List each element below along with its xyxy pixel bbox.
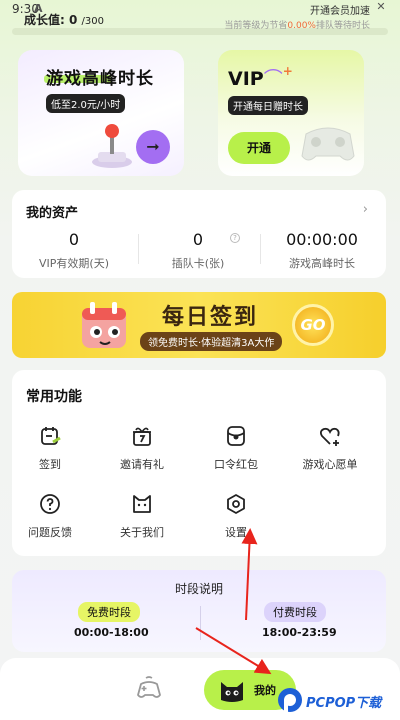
joystick-icon [92, 124, 132, 168]
nav-game-icon[interactable] [136, 676, 162, 700]
time-period-title: 时段说明 [174, 582, 223, 596]
pcpop-logo-icon [278, 688, 302, 712]
func-label: 关于我们 [120, 526, 164, 539]
gamepad-icon [301, 127, 355, 161]
func-label: 签到 [39, 458, 61, 471]
assets-title: 我的资产 [26, 206, 79, 221]
level-percent: 0.00% [287, 21, 316, 31]
free-period-time: 00:00-18:00 [74, 626, 149, 639]
nav-mine-label: 我的 [254, 684, 276, 697]
paid-period-badge: 付费时段 [264, 602, 326, 622]
watermark-text: PCPOP下载 [306, 696, 382, 711]
func-label: 邀请有礼 [120, 458, 164, 471]
func-label: 口令红包 [214, 458, 258, 471]
info-icon[interactable]: ? [230, 233, 240, 243]
heart-plus-icon [319, 427, 340, 446]
level-info: 当前等级为节省0.00%排队等待时长 [224, 18, 370, 31]
func-feedback[interactable]: 问题反馈 [10, 492, 90, 540]
banner-title: 每日签到 [162, 305, 259, 330]
question-icon [40, 494, 60, 514]
banner-go-button[interactable]: GO [292, 304, 334, 346]
growth-max: /300 [81, 16, 105, 27]
func-checkin[interactable]: 签到 [10, 424, 90, 472]
func-settings[interactable]: 设置 [196, 492, 276, 540]
vip-card[interactable]: VIP⌒+ 开通每日赠时长 开通 [218, 50, 364, 176]
settings-hex-icon [227, 494, 245, 514]
func-wishlist[interactable]: 游戏心愿单 [290, 424, 370, 472]
game-peak-card[interactable]: 游戏高峰时长 低至2.0元/小时 ➞ [18, 50, 184, 176]
my-assets-card[interactable]: 我的资产 › 0 VIP有效期(天) 0 插队卡(张) ? 00:00:00 游… [12, 190, 386, 278]
level-text: 当前等级为节省 [224, 21, 288, 31]
red-packet-icon [227, 426, 245, 446]
free-period-badge: 免费时段 [78, 602, 140, 622]
asset-vip-days[interactable]: 0 VIP有效期(天) [26, 230, 122, 271]
divider [138, 234, 139, 264]
asset-label: 插队卡(张) [171, 257, 225, 270]
vip-title: VIP⌒+ [228, 64, 293, 90]
asset-value: 00:00:00 [286, 230, 358, 249]
open-vip-link[interactable]: 开通会员加速 [310, 2, 370, 17]
paid-period-time: 18:00-23:59 [262, 626, 337, 639]
level-suffix: 排队等待时长 [315, 21, 370, 31]
asset-peak-time[interactable]: 00:00:00 游戏高峰时长 [272, 230, 372, 271]
close-icon[interactable]: ✕ [374, 0, 388, 14]
func-about[interactable]: 关于我们 [102, 492, 182, 540]
divider [200, 606, 201, 640]
game-peak-subtitle: 低至2.0元/小时 [46, 94, 126, 113]
chevron-right-icon[interactable]: › [363, 202, 368, 217]
common-functions-card: 常用功能 签到 邀请有礼 口令红包 游戏心愿单 问题反馈 关于我们 设置 [12, 370, 386, 556]
watermark: PCPOP下载 [276, 686, 400, 716]
gift-icon [133, 427, 151, 446]
daily-checkin-banner[interactable]: 每日签到 领免费时长·体验超清3A大作 GO [12, 292, 386, 358]
growth-current: 0 [69, 13, 78, 27]
func-label: 设置 [225, 526, 247, 539]
functions-title: 常用功能 [26, 389, 82, 405]
func-label: 游戏心愿单 [302, 458, 358, 471]
game-peak-title: 游戏高峰时长 [46, 69, 154, 89]
func-red-packet[interactable]: 口令红包 [196, 424, 276, 472]
open-vip-button[interactable]: 开通 [228, 132, 290, 164]
growth-value: 成长值: 0 /300 [24, 11, 104, 28]
time-period-card: 时段说明 免费时段 付费时段 00:00-18:00 18:00-23:59 [12, 570, 386, 652]
banner-subtitle: 领免费时长·体验超清3A大作 [140, 332, 283, 351]
asset-value: 0 [68, 230, 80, 249]
calendar-check-icon [41, 427, 61, 445]
func-label: 问题反馈 [28, 526, 72, 539]
cat-avatar-icon [221, 682, 243, 702]
vip-subtitle: 开通每日赠时长 [228, 96, 308, 115]
divider [260, 234, 261, 264]
cat-face-icon [133, 495, 151, 513]
func-invite[interactable]: 邀请有礼 [102, 424, 182, 472]
asset-label: 游戏高峰时长 [289, 257, 355, 270]
arrow-right-icon[interactable]: ➞ [136, 130, 170, 164]
asset-label: VIP有效期(天) [39, 257, 109, 270]
calendar-mascot-icon [82, 302, 126, 348]
growth-label: 成长值: [24, 13, 65, 27]
